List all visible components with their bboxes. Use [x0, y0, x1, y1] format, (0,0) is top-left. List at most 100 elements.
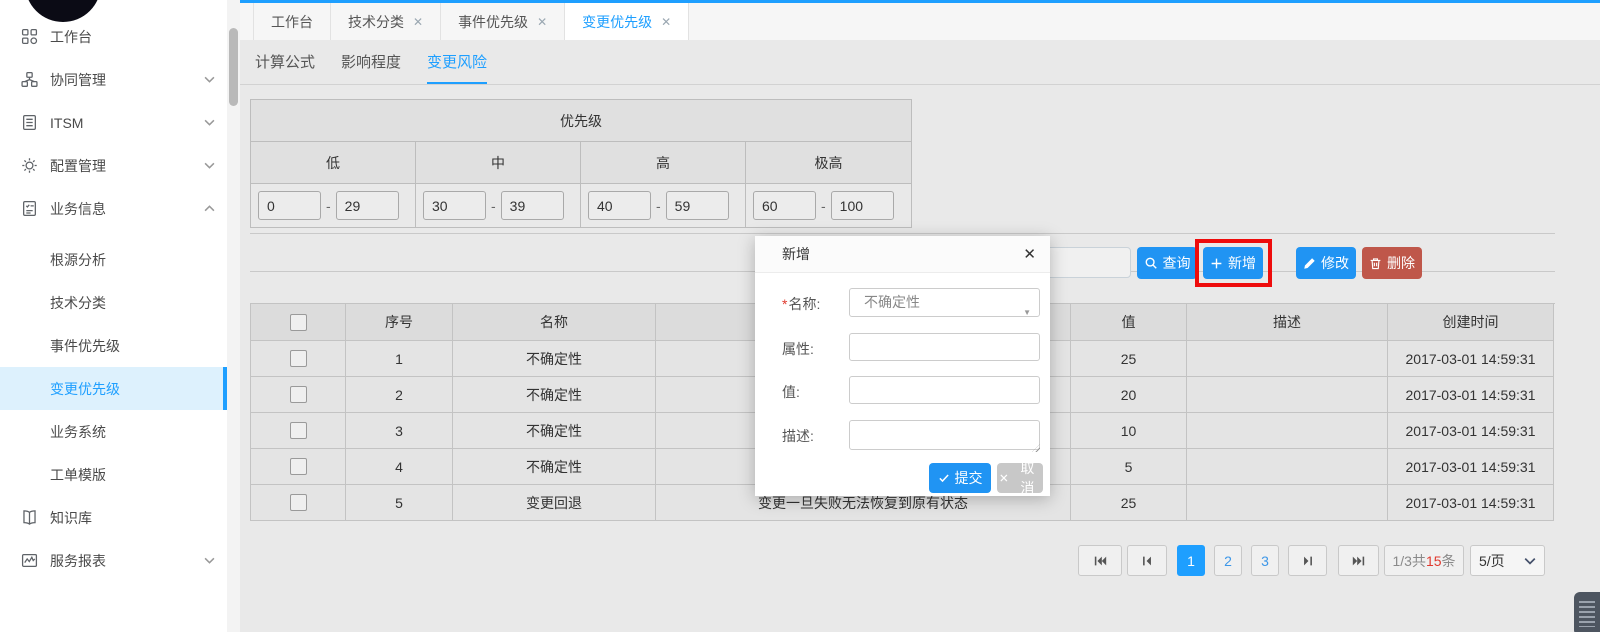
- cancel-button[interactable]: 取消: [997, 463, 1043, 493]
- page-scrollbar-thumb[interactable]: [1574, 592, 1600, 632]
- delete-button[interactable]: 删除: [1362, 247, 1422, 279]
- chevron-down-icon: [1524, 557, 1536, 565]
- subtab-calc-formula[interactable]: 计算公式: [255, 40, 315, 84]
- sidebar-submenu: 根源分析 技术分类 事件优先级 变更优先级 业务系统 工单模版: [0, 238, 227, 496]
- sidebar-nav: 工作台 协同管理 ITSM 配置管理: [0, 15, 227, 582]
- value-field-label: 值:: [782, 382, 800, 402]
- sidebar: 工作台 协同管理 ITSM 配置管理: [0, 0, 227, 632]
- divider: [250, 233, 1555, 234]
- priority-critical-max-input[interactable]: [831, 191, 894, 220]
- grip-lines-icon: [1579, 601, 1595, 627]
- sidebar-item-business-system[interactable]: 业务系统: [0, 410, 227, 453]
- pagination-last-button[interactable]: [1338, 545, 1379, 576]
- priority-high-min-input[interactable]: [588, 191, 651, 220]
- chevron-down-icon: [204, 119, 215, 126]
- submit-button[interactable]: 提交: [929, 463, 991, 493]
- dialog-header: 新增 ✕: [755, 236, 1050, 273]
- sidebar-item-label: ITSM: [50, 115, 83, 131]
- close-icon[interactable]: ✕: [661, 15, 671, 29]
- select-all-checkbox[interactable]: [290, 314, 307, 331]
- tab-incident-priority[interactable]: 事件优先级 ✕: [441, 3, 565, 40]
- sidebar-item-knowledge-base[interactable]: 知识库: [0, 496, 227, 539]
- row-checkbox[interactable]: [290, 458, 307, 475]
- sidebar-item-tech-category[interactable]: 技术分类: [0, 281, 227, 324]
- sidebar-item-change-priority[interactable]: 变更优先级: [0, 367, 227, 410]
- sidebar-item-workbench[interactable]: 工作台: [0, 15, 227, 58]
- sidebar-scrollbar: [227, 0, 240, 632]
- pagination-page-2[interactable]: 2: [1214, 545, 1242, 576]
- pagination-page-1[interactable]: 1: [1177, 545, 1205, 576]
- row-checkbox[interactable]: [290, 494, 307, 511]
- add-dialog: 新增 ✕ *名称: 不确定性 ▼ 属性: 值: 描述: 提交 取消: [755, 236, 1050, 496]
- gear-icon: [20, 157, 38, 175]
- priority-level-medium: 中: [416, 142, 581, 184]
- row-checkbox[interactable]: [290, 350, 307, 367]
- org-icon: [20, 71, 38, 89]
- subtab-change-risk[interactable]: 变更风险: [427, 40, 487, 84]
- sidebar-item-itsm[interactable]: ITSM: [0, 101, 227, 144]
- close-icon[interactable]: ✕: [537, 15, 547, 29]
- priority-level-low: 低: [251, 142, 416, 184]
- priority-low-max-input[interactable]: [336, 191, 399, 220]
- tab-workbench[interactable]: 工作台: [253, 3, 331, 40]
- tab-tech-category[interactable]: 技术分类 ✕: [331, 3, 441, 40]
- pagination-prev-button[interactable]: [1127, 545, 1167, 576]
- chevron-up-icon: [204, 205, 215, 212]
- sidebar-item-config[interactable]: 配置管理: [0, 144, 227, 187]
- col-name: 名称: [453, 304, 656, 341]
- desc-field-label: 描述:: [782, 426, 814, 446]
- pagination-page-3[interactable]: 3: [1251, 545, 1279, 576]
- priority-medium-max-input[interactable]: [501, 191, 564, 220]
- chart-icon: [20, 552, 38, 570]
- priority-medium-min-input[interactable]: [423, 191, 486, 220]
- col-desc: 描述: [1187, 304, 1388, 341]
- page-size-select[interactable]: 5/页: [1470, 545, 1545, 576]
- close-icon[interactable]: ✕: [413, 15, 423, 29]
- sidebar-item-business-info[interactable]: 业务信息: [0, 187, 227, 230]
- add-button[interactable]: 新增: [1203, 247, 1263, 279]
- priority-critical-min-input[interactable]: [753, 191, 816, 220]
- sidebar-item-label: 协同管理: [50, 70, 106, 90]
- attr-input[interactable]: [849, 333, 1040, 361]
- sidebar-item-label: 知识库: [50, 508, 92, 528]
- doc-icon: [20, 114, 38, 132]
- chevron-down-icon: [204, 162, 215, 169]
- desc-textarea[interactable]: [849, 420, 1040, 450]
- subtab-impact-degree[interactable]: 影响程度: [341, 40, 401, 84]
- sidebar-item-incident-priority[interactable]: 事件优先级: [0, 324, 227, 367]
- caret-down-icon: ▼: [1023, 299, 1031, 326]
- sidebar-item-ticket-template[interactable]: 工单模版: [0, 453, 227, 496]
- sidebar-item-collaboration[interactable]: 协同管理: [0, 58, 227, 101]
- sidebar-scrollbar-thumb[interactable]: [229, 28, 238, 106]
- attr-field-label: 属性:: [782, 339, 814, 359]
- sidebar-item-root-analysis[interactable]: 根源分析: [0, 238, 227, 281]
- sidebar-item-label: 业务信息: [50, 199, 106, 219]
- sub-tab-bar: 计算公式 影响程度 变更风险: [240, 40, 1600, 85]
- priority-level-critical: 极高: [746, 142, 911, 184]
- book-icon: [20, 509, 38, 527]
- col-seq: 序号: [346, 304, 453, 341]
- chevron-down-icon: [204, 76, 215, 83]
- priority-high-max-input[interactable]: [666, 191, 729, 220]
- col-created: 创建时间: [1388, 304, 1554, 341]
- tab-change-priority[interactable]: 变更优先级 ✕: [565, 3, 689, 40]
- query-button[interactable]: 查询: [1137, 247, 1197, 279]
- value-input[interactable]: [849, 376, 1040, 404]
- row-checkbox[interactable]: [290, 422, 307, 439]
- sidebar-item-label: 配置管理: [50, 156, 106, 176]
- col-value: 值: [1071, 304, 1187, 341]
- name-select[interactable]: 不确定性 ▼: [849, 288, 1040, 317]
- pagination-next-button[interactable]: [1288, 545, 1327, 576]
- sidebar-item-label: 服务报表: [50, 551, 106, 571]
- sidebar-item-label: 工作台: [50, 27, 92, 47]
- priority-table-title: 优先级: [251, 100, 911, 142]
- priority-low-min-input[interactable]: [258, 191, 321, 220]
- pagination-first-button[interactable]: [1078, 545, 1122, 576]
- sidebar-item-service-report[interactable]: 服务报表: [0, 539, 227, 582]
- priority-range-table: 优先级 低 中 高 极高 - - - -: [250, 99, 912, 228]
- priority-level-high: 高: [581, 142, 746, 184]
- name-field-label: *名称:: [782, 294, 820, 314]
- row-checkbox[interactable]: [290, 386, 307, 403]
- close-icon[interactable]: ✕: [1023, 245, 1036, 263]
- edit-button[interactable]: 修改: [1296, 247, 1356, 279]
